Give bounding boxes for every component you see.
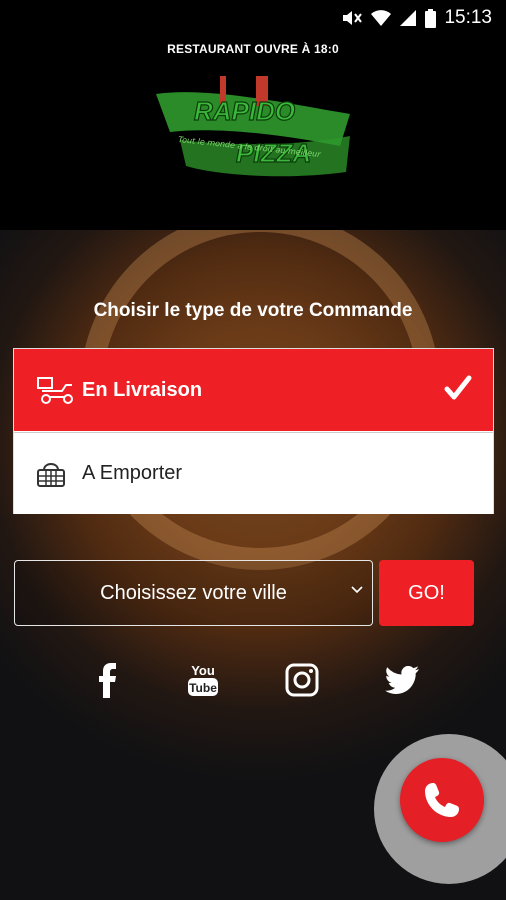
wifi-icon (371, 10, 392, 26)
battery-icon (425, 8, 437, 28)
call-button[interactable] (400, 758, 484, 842)
facebook-icon[interactable] (87, 660, 127, 700)
option-takeaway-label: A Emporter (82, 462, 183, 484)
basket-icon (36, 457, 82, 491)
youtube-icon[interactable]: You Tube (183, 660, 223, 700)
rapido-pizza-logo: RAPIDO PIZZA Tout le monde a le droit au… (156, 76, 350, 177)
opening-info: RESTAURANT OUVRE À 18:0 (167, 42, 339, 56)
city-select[interactable]: Choisissez votre ville (14, 560, 373, 626)
phone-icon (425, 783, 459, 817)
option-delivery[interactable]: En Livraison (14, 349, 493, 431)
status-time: 15:13 (444, 7, 492, 28)
delivery-scooter-icon (36, 373, 82, 407)
order-type-title: Choisir le type de votre Commande (93, 300, 413, 321)
svg-text:You: You (191, 663, 215, 678)
go-button[interactable]: GO! (379, 560, 474, 626)
main-content: Choisir le type de votre Commande En Liv… (0, 230, 506, 900)
signal-icon (400, 10, 417, 26)
header: RESTAURANT OUVRE À 18:0 RAPIDO PIZZA Tou… (0, 36, 506, 230)
option-takeaway[interactable]: A Emporter (14, 432, 493, 514)
order-type-card: En Livraison A Emporter (13, 348, 494, 514)
twitter-icon[interactable] (382, 660, 422, 700)
mute-icon (343, 11, 363, 25)
svg-text:Tube: Tube (189, 681, 217, 695)
chevron-down-icon (351, 586, 363, 594)
status-bar: 15:13 (0, 0, 506, 36)
city-select-placeholder: Choisissez votre ville (100, 581, 287, 604)
logo-line1: RAPIDO (194, 96, 295, 126)
checkmark-icon (444, 375, 472, 400)
option-delivery-label: En Livraison (82, 378, 203, 401)
instagram-icon[interactable] (282, 660, 322, 700)
